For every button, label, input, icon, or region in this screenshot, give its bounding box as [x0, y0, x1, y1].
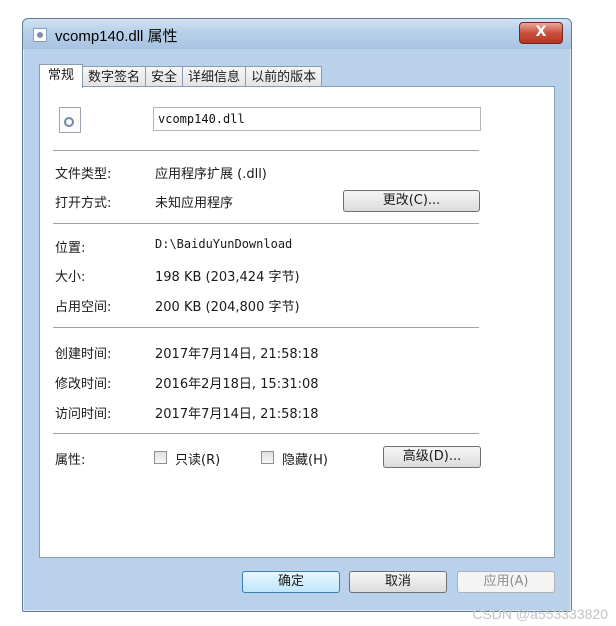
readonly-label[interactable]: 只读(R)	[175, 449, 220, 468]
tab-general[interactable]: 常规	[39, 64, 84, 88]
size-on-disk-value: 200 KB (204,800 字节)	[155, 300, 300, 315]
tab-digital-signatures[interactable]: 数字签名	[82, 66, 147, 87]
file-type-label: 文件类型:	[55, 167, 112, 182]
title-bar[interactable]: vcomp140.dll 属性 X	[23, 19, 571, 49]
file-type-value: 应用程序扩展 (.dll)	[155, 167, 267, 182]
file-icon	[33, 28, 47, 42]
watermark: CSDN @a553333820	[472, 606, 608, 622]
dll-gear-file-icon	[59, 107, 81, 133]
location-value: D:\BaiduYunDownload	[155, 237, 293, 251]
created-value: 2017年7月14日, 21:58:18	[155, 347, 319, 362]
accessed-label: 访问时间:	[55, 407, 112, 422]
opens-with-label: 打开方式:	[55, 196, 112, 211]
window-title: vcomp140.dll 属性	[55, 28, 178, 45]
advanced-button[interactable]: 高级(D)...	[383, 446, 481, 468]
divider	[53, 433, 479, 434]
file-name-field[interactable]: vcomp140.dll	[153, 107, 481, 131]
size-on-disk-label: 占用空间:	[55, 300, 112, 315]
opens-with-value: 未知应用程序	[155, 196, 234, 211]
hidden-checkbox[interactable]	[261, 451, 274, 464]
change-button[interactable]: 更改(C)...	[343, 190, 480, 212]
general-panel	[39, 86, 555, 558]
modified-value: 2016年2月18日, 15:31:08	[155, 377, 319, 392]
divider	[53, 327, 479, 328]
close-button[interactable]: X	[519, 22, 563, 44]
location-label: 位置:	[55, 241, 86, 256]
cancel-button[interactable]: 取消	[349, 571, 447, 593]
apply-button[interactable]: 应用(A)	[457, 571, 555, 593]
divider	[53, 150, 479, 151]
divider	[53, 223, 479, 224]
tab-previous-versions[interactable]: 以前的版本	[245, 66, 323, 87]
attributes-label: 属性:	[55, 453, 86, 468]
tab-strip: 常规 数字签名 安全 详细信息 以前的版本	[39, 64, 323, 88]
tab-details[interactable]: 详细信息	[182, 66, 247, 87]
hidden-label[interactable]: 隐藏(H)	[282, 449, 328, 468]
properties-dialog: vcomp140.dll 属性 X 常规 数字签名 安全 详细信息 以前的版本 …	[22, 18, 572, 612]
size-label: 大小:	[55, 270, 86, 285]
ok-button[interactable]: 确定	[242, 571, 340, 593]
readonly-checkbox[interactable]	[154, 451, 167, 464]
close-icon: X	[535, 24, 547, 40]
accessed-value: 2017年7月14日, 21:58:18	[155, 407, 319, 422]
tab-security[interactable]: 安全	[145, 66, 184, 87]
created-label: 创建时间:	[55, 347, 112, 362]
modified-label: 修改时间:	[55, 377, 112, 392]
size-value: 198 KB (203,424 字节)	[155, 270, 300, 285]
